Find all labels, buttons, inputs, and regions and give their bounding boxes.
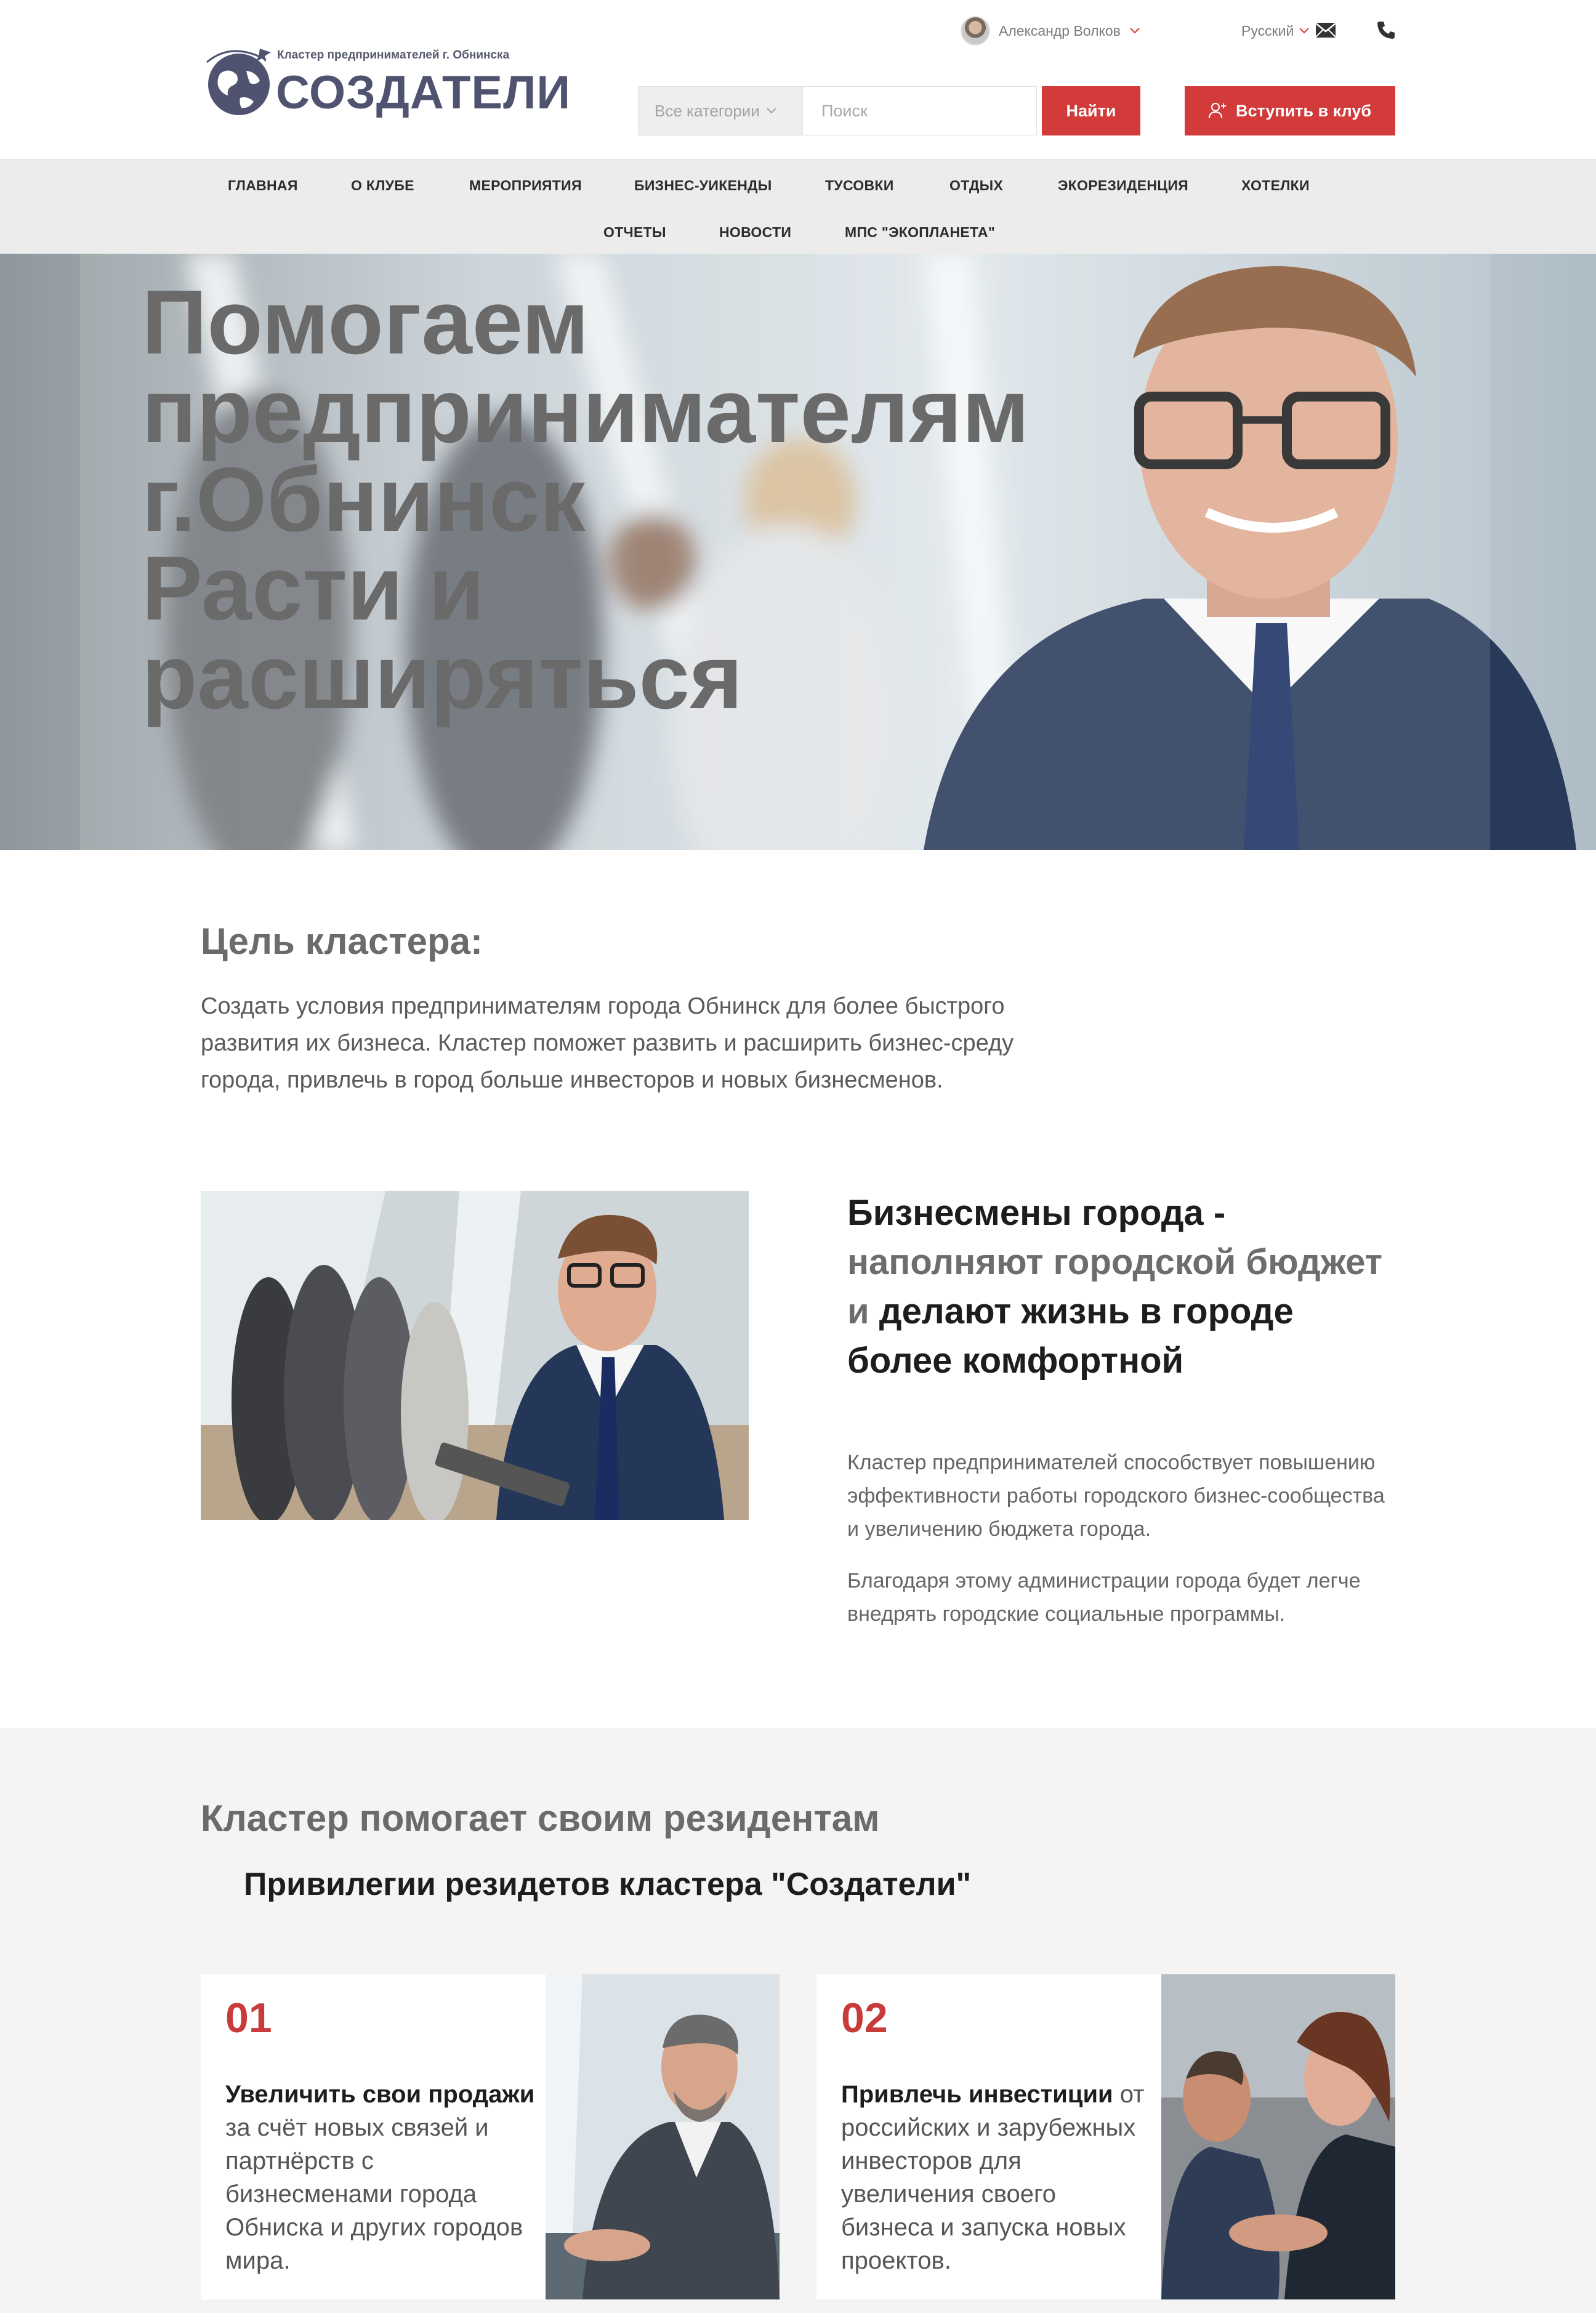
chevron-down-icon — [767, 108, 776, 114]
business-photo — [201, 1191, 749, 1520]
card-text: Привлечь инвестиции от российских и зару… — [841, 2078, 1155, 2277]
category-select-label: Все категории — [655, 101, 760, 120]
user-plus-icon — [1208, 103, 1226, 119]
logo-title: СОЗДАТЕЛИ — [276, 67, 571, 119]
join-club-label: Вступить в клуб — [1235, 101, 1372, 120]
nav-item-about[interactable]: О КЛУБЕ — [351, 172, 414, 199]
join-club-button[interactable]: Вступить в клуб — [1185, 86, 1395, 135]
language-label: Русский — [1241, 22, 1294, 39]
privileges-section: Кластер помогает своим резидентам Привил… — [0, 1728, 1596, 2313]
card-number: 02 — [841, 1995, 888, 2041]
card-text-bold: Привлечь инвестиции — [841, 2081, 1113, 2108]
nav-item-weekends[interactable]: БИЗНЕС-УИКЕНДЫ — [634, 172, 772, 199]
card-image — [546, 1974, 780, 2299]
nav-item-leisure[interactable]: ОТДЫХ — [949, 172, 1003, 199]
nav-item-wishlist[interactable]: ХОТЕЛКИ — [1241, 172, 1310, 199]
hero-line: Помогаем — [142, 272, 589, 373]
search-input[interactable] — [803, 86, 1037, 135]
hero-line: расширяться — [142, 626, 743, 728]
hero-headline: Помогаем предпринимателям г.Обнинск Раст… — [142, 272, 1127, 728]
language-selector[interactable]: Русский — [1241, 18, 1310, 43]
business-paragraph: Благодаря этому администрации города буд… — [847, 1569, 1361, 1626]
nav-item-home[interactable]: ГЛАВНАЯ — [228, 172, 298, 199]
business-heading-part1: Бизнесмены города - — [847, 1193, 1226, 1233]
goal-text: Создать условия предпринимателям города … — [201, 993, 1014, 1093]
search-bar: Все категории Найти — [638, 86, 1140, 135]
search-button[interactable]: Найти — [1042, 86, 1140, 135]
nav-item-events[interactable]: МЕРОПРИЯТИЯ — [469, 172, 582, 199]
privilege-card[interactable]: 01 Увеличить свои продажи за счёт новых … — [201, 1974, 780, 2299]
privilege-card[interactable]: 02 Привлечь инвестиции от российских и з… — [816, 1974, 1395, 2299]
user-name: Александр Волков — [999, 22, 1121, 39]
chevron-down-icon — [1130, 28, 1140, 34]
globe-plane-icon — [205, 49, 271, 115]
nav-item-news[interactable]: НОВОСТИ — [719, 219, 791, 246]
card-number: 01 — [225, 1995, 272, 2041]
mail-icon[interactable] — [1315, 22, 1336, 38]
privileges-title: Кластер помогает своим резидентам — [201, 1798, 880, 1839]
nav-row-primary: ГЛАВНАЯ О КЛУБЕ МЕРОПРИЯТИЯ БИЗНЕС-УИКЕН… — [0, 172, 1596, 199]
business-heading-part3: делают жизнь в городе более комфортной — [847, 1291, 1294, 1381]
privileges-subtitle: Привилегии резидетов кластера "Создатели… — [244, 1867, 972, 1902]
goal-title: Цель кластера: — [201, 921, 483, 962]
site-header: Кластер предпринимателей г. Обнинска СОЗ… — [0, 0, 1596, 159]
user-menu[interactable]: Александр Волков — [961, 16, 1140, 46]
chevron-down-icon — [1299, 28, 1310, 34]
card-image — [1161, 1974, 1395, 2299]
card-text-rest: от российских и зарубежных инвесторов дл… — [841, 2081, 1145, 2274]
hero-line: Расти и — [142, 538, 485, 639]
card-text-bold: Увеличить свои продажи — [225, 2081, 535, 2108]
main-nav: ГЛАВНАЯ О КЛУБЕ МЕРОПРИЯТИЯ БИЗНЕС-УИКЕН… — [0, 159, 1596, 254]
nav-item-ecoresidence[interactable]: ЭКОРЕЗИДЕНЦИЯ — [1058, 172, 1188, 199]
phone-icon[interactable] — [1376, 20, 1396, 41]
business-heading: Бизнесмены города - наполняют городской … — [847, 1189, 1401, 1386]
nav-item-reports[interactable]: ОТЧЕТЫ — [603, 219, 666, 246]
card-text: Увеличить свои продажи за счёт новых свя… — [225, 2078, 539, 2277]
hero-banner: Помогаем предпринимателям г.Обнинск Раст… — [0, 254, 1596, 850]
site-logo[interactable]: Кластер предпринимателей г. Обнинска СОЗ… — [203, 40, 570, 126]
nav-item-ecoplanet[interactable]: МПС "ЭКОПЛАНЕТА" — [845, 219, 995, 246]
card-text-rest: за счёт новых связей и партнёрств с бизн… — [225, 2114, 523, 2274]
nav-row-secondary: ОТЧЕТЫ НОВОСТИ МПС "ЭКОПЛАНЕТА" — [0, 219, 1596, 246]
category-select[interactable]: Все категории — [638, 86, 803, 135]
hero-line: предпринимателям — [142, 360, 1030, 462]
hero-line: г.Обнинск — [142, 449, 586, 551]
logo-tagline: Кластер предпринимателей г. Обнинска — [277, 49, 510, 62]
business-paragraph: Кластер предпринимателей способствует по… — [847, 1451, 1385, 1541]
avatar — [961, 16, 990, 46]
nav-item-parties[interactable]: ТУСОВКИ — [825, 172, 894, 199]
